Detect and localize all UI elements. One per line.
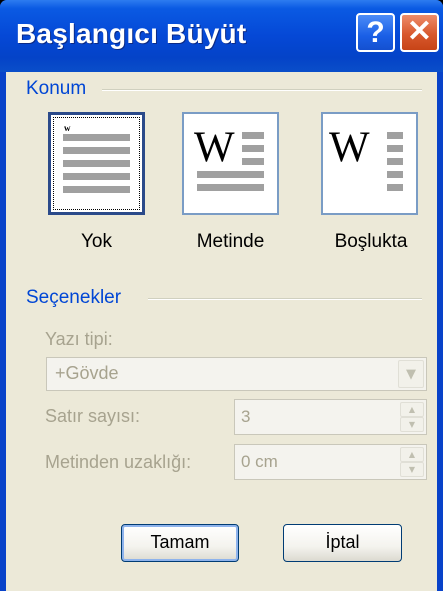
dialog-title: Başlangıcı Büyüt bbox=[16, 18, 247, 49]
text-line bbox=[63, 134, 130, 141]
position-label-none[interactable]: Yok bbox=[48, 231, 145, 253]
lines-label: Satır sayısı: bbox=[45, 406, 141, 426]
font-label: Yazı tipi: bbox=[45, 329, 113, 349]
distance-value: 0 cm bbox=[241, 452, 278, 471]
text-line bbox=[197, 171, 264, 178]
text-line bbox=[63, 147, 130, 154]
position-group-divider bbox=[102, 89, 422, 91]
text-line bbox=[387, 145, 403, 152]
text-line bbox=[63, 186, 130, 193]
text-line bbox=[387, 158, 403, 165]
distance-spin-buttons: ▲ ▼ bbox=[400, 447, 424, 477]
dropcap-none-icon[interactable]: w bbox=[48, 112, 145, 215]
spin-up-icon[interactable]: ▲ bbox=[400, 402, 424, 417]
font-value: +Gövde bbox=[55, 363, 119, 383]
dialog-window: Başlangıcı Büyüt ? ✕ Konum w Yok W Metin… bbox=[0, 0, 443, 591]
distance-spinner[interactable]: 0 cm ▲ ▼ bbox=[234, 444, 427, 480]
small-w-glyph: w bbox=[64, 123, 71, 133]
cancel-button[interactable]: İptal bbox=[283, 524, 402, 562]
spin-down-icon[interactable]: ▼ bbox=[400, 462, 424, 477]
chevron-down-icon[interactable]: ▼ bbox=[398, 360, 424, 388]
position-label-margin[interactable]: Boşlukta bbox=[312, 231, 430, 253]
spin-up-icon[interactable]: ▲ bbox=[400, 447, 424, 462]
dropcap-w-glyph: W bbox=[194, 124, 235, 171]
ok-button[interactable]: Tamam bbox=[121, 524, 239, 562]
margin-w-glyph: W bbox=[329, 124, 370, 171]
dropcap-in-margin-icon[interactable]: W bbox=[321, 112, 418, 215]
text-line bbox=[63, 173, 130, 180]
options-group-title: Seçenekler bbox=[26, 287, 122, 308]
text-line bbox=[242, 132, 264, 139]
dialog-body: Konum w Yok W Metinde W Boşlukta Seçenek… bbox=[6, 72, 437, 591]
dropcap-dropped-icon[interactable]: W bbox=[182, 112, 279, 215]
options-group-divider bbox=[148, 298, 422, 300]
text-line bbox=[242, 145, 264, 152]
lines-spin-buttons: ▲ ▼ bbox=[400, 402, 424, 432]
position-group-title: Konum bbox=[26, 78, 87, 99]
lines-spinner[interactable]: 3 ▲ ▼ bbox=[234, 399, 427, 435]
position-label-dropped[interactable]: Metinde bbox=[174, 231, 287, 253]
text-line bbox=[242, 158, 264, 165]
font-combobox[interactable]: +Gövde ▼ bbox=[46, 357, 427, 391]
text-line bbox=[387, 184, 403, 191]
lines-value: 3 bbox=[241, 407, 251, 426]
spin-down-icon[interactable]: ▼ bbox=[400, 417, 424, 432]
text-line bbox=[387, 171, 403, 178]
text-line bbox=[197, 184, 264, 191]
text-line bbox=[387, 132, 403, 139]
help-button[interactable]: ? bbox=[356, 13, 395, 52]
text-line bbox=[63, 160, 130, 167]
distance-label: Metinden uzaklığı: bbox=[45, 452, 192, 472]
title-bar[interactable]: Başlangıcı Büyüt ? ✕ bbox=[0, 0, 443, 72]
close-button[interactable]: ✕ bbox=[400, 13, 439, 52]
